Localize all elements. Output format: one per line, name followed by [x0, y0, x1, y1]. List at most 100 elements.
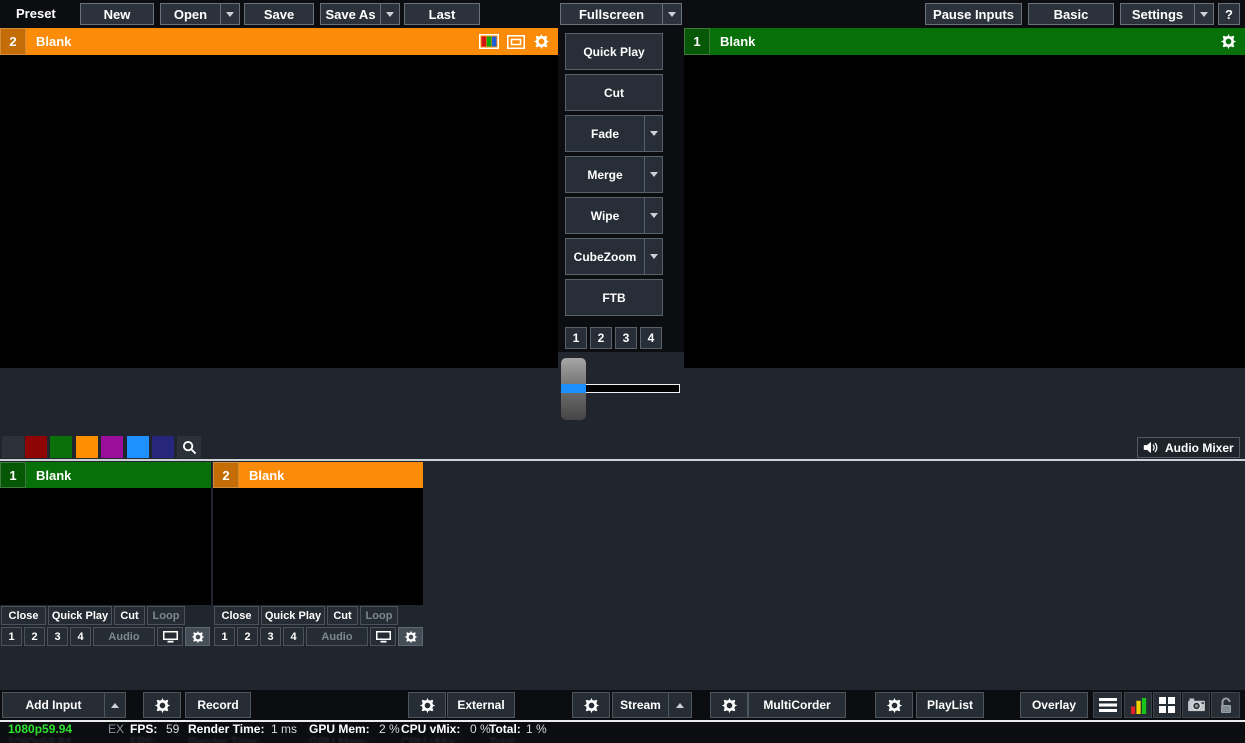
overlay-3-button[interactable]: 3 [615, 327, 637, 349]
input-1-loop-button[interactable]: Loop [147, 606, 185, 625]
stream-dropdown[interactable] [668, 693, 691, 717]
input-1-thumbnail[interactable] [0, 488, 211, 605]
input-2-close-button[interactable]: Close [214, 606, 259, 625]
basic-button[interactable]: Basic [1028, 3, 1114, 25]
ftb-button[interactable]: FTB [565, 279, 663, 316]
input-2-overlay-4-button[interactable]: 4 [283, 627, 304, 646]
input-1-overlay-3-button[interactable]: 3 [47, 627, 68, 646]
input-2-title-bar[interactable]: 2 Blank [213, 462, 423, 488]
input-2-thumbnail[interactable] [213, 488, 423, 605]
input-1-title-bar[interactable]: 1 Blank [0, 462, 211, 488]
wipe-button[interactable]: Wipe [565, 197, 663, 234]
overlay-4-button[interactable]: 4 [640, 327, 662, 349]
search-button[interactable] [177, 436, 201, 458]
input-2-settings-button[interactable] [398, 627, 423, 646]
input-1-close-button[interactable]: Close [1, 606, 46, 625]
camera-icon [1187, 698, 1205, 712]
wipe-dropdown[interactable] [644, 198, 662, 233]
status-cpu-value: 0 % [470, 722, 491, 736]
input-2-fullscreen-button[interactable] [370, 627, 396, 646]
input-1-overlay-4-button[interactable]: 4 [70, 627, 91, 646]
color-swatch-blue[interactable] [127, 436, 149, 458]
monitor-icon [162, 630, 178, 643]
input-2-cut-button[interactable]: Cut [327, 606, 358, 625]
save-as-button[interactable]: Save As [320, 3, 400, 25]
cubezoom-dropdown[interactable] [644, 239, 662, 274]
record-button[interactable]: Record [185, 692, 251, 718]
settings-button[interactable]: Settings [1120, 3, 1214, 25]
input-1-title: Blank [36, 467, 72, 483]
status-resolution: 1080p59.94 [8, 722, 73, 736]
color-swatch-none[interactable] [2, 436, 24, 458]
input-2-overlay-1-button[interactable]: 1 [214, 627, 235, 646]
gear-icon [404, 630, 417, 643]
fullscreen-monitor-icon[interactable] [507, 34, 525, 49]
input-1-overlay-2-button[interactable]: 2 [24, 627, 45, 646]
color-swatch-navy[interactable] [152, 436, 174, 458]
overlay-button[interactable]: Overlay [1020, 692, 1088, 718]
playlist-button[interactable]: PlayList [916, 692, 984, 718]
input-1-cut-button[interactable]: Cut [114, 606, 145, 625]
new-button[interactable]: New [80, 3, 154, 25]
cubezoom-button[interactable]: CubeZoom [565, 238, 663, 275]
add-input-dropdown[interactable] [104, 693, 125, 717]
save-as-dropdown[interactable] [380, 4, 399, 24]
fullscreen-dropdown[interactable] [662, 4, 681, 24]
cut-button[interactable]: Cut [565, 74, 663, 111]
open-button[interactable]: Open [160, 3, 240, 25]
chevron-down-icon [226, 11, 234, 17]
input-2-audio-button[interactable]: Audio [306, 627, 368, 646]
shortcuts-menu-button[interactable] [1093, 692, 1122, 718]
playlist-settings-button[interactable] [875, 692, 913, 718]
stream-button[interactable]: Stream [612, 692, 692, 718]
input-2-overlay-2-button[interactable]: 2 [237, 627, 258, 646]
input-1-audio-button[interactable]: Audio [93, 627, 155, 646]
overlay-1-button[interactable]: 1 [565, 327, 587, 349]
merge-button[interactable]: Merge [565, 156, 663, 193]
multicorder-settings-button[interactable] [710, 692, 748, 718]
multiview-grid-button[interactable] [1153, 692, 1181, 718]
lock-button[interactable] [1211, 692, 1240, 718]
color-swatch-purple[interactable] [101, 436, 123, 458]
input-1-overlay-1-button[interactable]: 1 [1, 627, 22, 646]
multicorder-button[interactable]: MultiCorder [748, 692, 846, 718]
save-button[interactable]: Save [244, 3, 314, 25]
audio-meters-button[interactable] [1124, 692, 1152, 718]
audio-mixer-button[interactable]: Audio Mixer [1137, 437, 1240, 458]
open-dropdown[interactable] [220, 4, 239, 24]
preview-input-number: 2 [0, 28, 26, 55]
input-2-overlay-3-button[interactable]: 3 [260, 627, 281, 646]
tbar-handle[interactable] [561, 358, 586, 420]
overlay-2-button[interactable]: 2 [590, 327, 612, 349]
color-swatch-red[interactable] [25, 436, 47, 458]
pause-inputs-button[interactable]: Pause Inputs [925, 3, 1022, 25]
snapshot-button[interactable] [1182, 692, 1210, 718]
merge-dropdown[interactable] [644, 157, 662, 192]
color-swatch-orange[interactable] [76, 436, 98, 458]
grid-icon [1159, 697, 1175, 713]
fade-dropdown[interactable] [644, 116, 662, 151]
stream-settings-button[interactable] [572, 692, 610, 718]
input-2-quick-play-button[interactable]: Quick Play [261, 606, 325, 625]
color-swatch-green[interactable] [50, 436, 72, 458]
tbar-track[interactable] [585, 384, 680, 393]
fade-button[interactable]: Fade [565, 115, 663, 152]
external-button[interactable]: External [447, 692, 515, 718]
record-settings-button[interactable] [143, 692, 181, 718]
external-settings-button[interactable] [408, 692, 446, 718]
gear-icon [886, 697, 902, 713]
gear-icon[interactable] [1220, 33, 1237, 50]
color-bars-icon[interactable] [479, 34, 499, 49]
input-1-fullscreen-button[interactable] [157, 627, 183, 646]
input-1-settings-button[interactable] [185, 627, 210, 646]
input-1-quick-play-button[interactable]: Quick Play [48, 606, 112, 625]
gear-icon[interactable] [533, 33, 550, 50]
input-2-loop-button[interactable]: Loop [360, 606, 398, 625]
last-button[interactable]: Last [404, 3, 480, 25]
program-title: Blank [720, 34, 756, 49]
add-input-button[interactable]: Add Input [2, 692, 126, 718]
fullscreen-button[interactable]: Fullscreen [560, 3, 682, 25]
help-button[interactable]: ? [1218, 3, 1240, 25]
quick-play-button[interactable]: Quick Play [565, 33, 663, 70]
settings-dropdown[interactable] [1194, 4, 1213, 24]
